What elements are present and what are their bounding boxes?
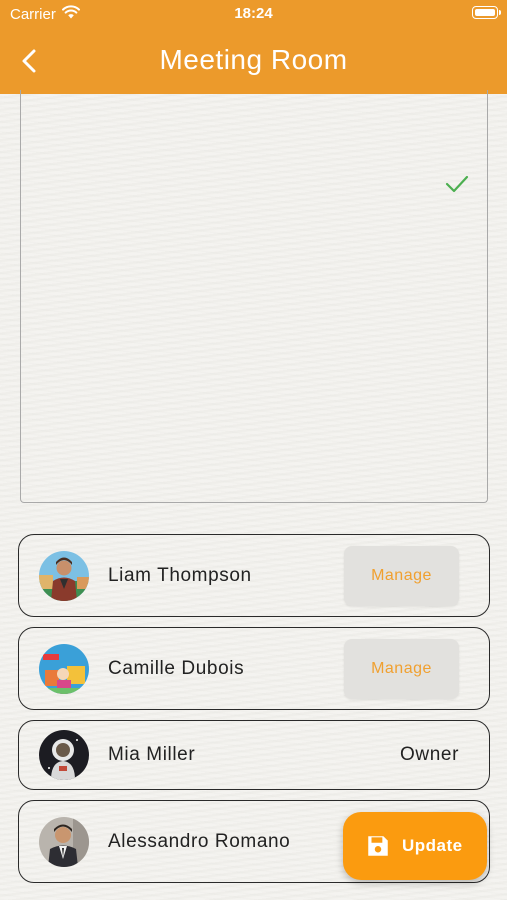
participant-name: Camille Dubois	[108, 657, 245, 679]
avatar	[39, 816, 89, 867]
role-label: Owner	[400, 744, 459, 765]
save-icon	[365, 833, 391, 859]
participant-card: Camille Dubois Manage	[18, 627, 490, 710]
participant-name: Mia Miller	[108, 744, 196, 765]
avatar	[39, 730, 89, 780]
app-header: Carrier 18:24 Meeting Room	[0, 0, 507, 94]
battery-icon	[472, 6, 501, 19]
participant-name: Alessandro Romano	[108, 830, 291, 852]
avatar	[39, 643, 89, 694]
meeting-content-area[interactable]	[20, 90, 488, 503]
page-title: Meeting Room	[159, 44, 348, 75]
clock: 18:24	[234, 5, 273, 22]
update-button[interactable]: Update	[343, 812, 487, 880]
manage-button[interactable]: Manage	[344, 545, 459, 606]
status-bar: Carrier 18:24	[0, 0, 507, 28]
participant-card: Liam Thompson Manage	[18, 534, 490, 617]
participant-name: Liam Thompson	[108, 564, 252, 586]
participant-card: Mia Miller Owner	[18, 720, 490, 790]
avatar	[39, 550, 89, 601]
manage-button[interactable]: Manage	[344, 638, 459, 699]
update-button-label: Update	[402, 836, 463, 855]
checkmark-icon	[445, 175, 469, 193]
